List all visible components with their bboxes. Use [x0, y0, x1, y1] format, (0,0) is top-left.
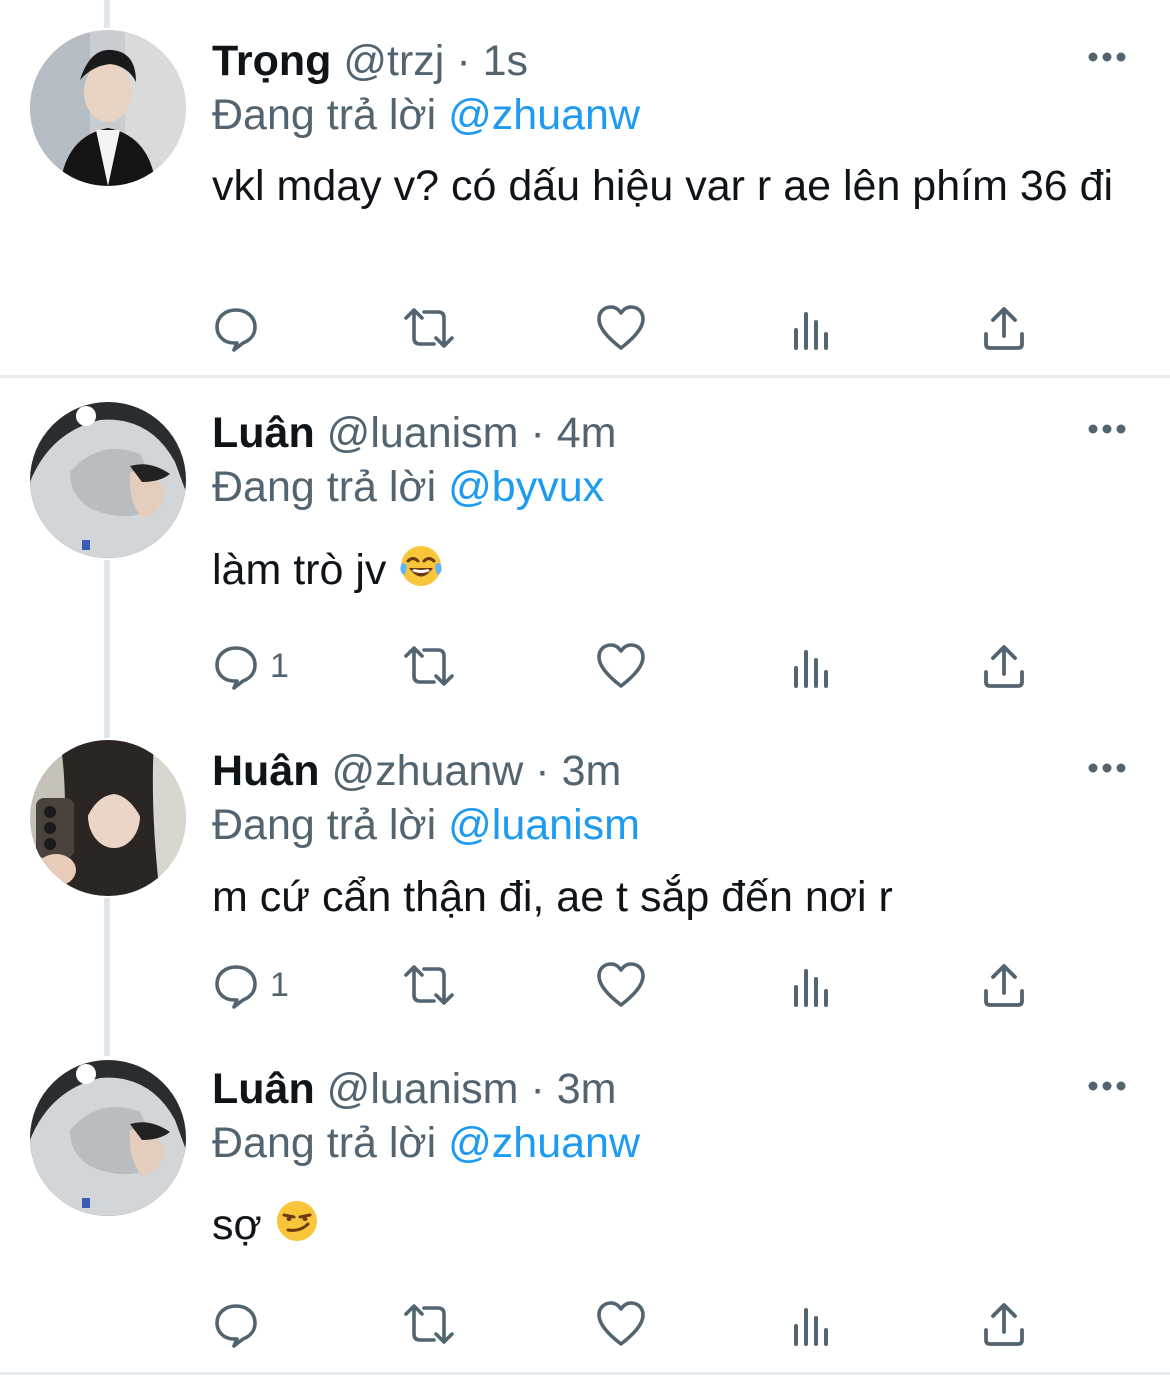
retweet-icon [404, 965, 454, 1005]
timestamp[interactable]: 3m [557, 1065, 617, 1113]
views-chart-icon [794, 1308, 828, 1346]
retweet-button[interactable] [400, 641, 458, 691]
reply-button[interactable] [212, 1299, 270, 1349]
heart-icon [597, 962, 645, 1007]
mention-link[interactable]: @zhuanw [448, 1119, 640, 1167]
mention-link[interactable]: @luanism [448, 801, 640, 849]
timestamp[interactable]: 4m [557, 409, 617, 457]
avatar[interactable] [30, 30, 186, 186]
like-button[interactable] [596, 960, 646, 1010]
views-button[interactable] [792, 641, 832, 691]
avatar[interactable] [30, 1060, 186, 1216]
share-button[interactable] [982, 303, 1026, 353]
share-icon [984, 307, 1024, 350]
separator-dot: · [530, 1065, 545, 1113]
reply-button[interactable]: 1 [212, 960, 289, 1010]
display-name[interactable]: Huân [212, 747, 320, 795]
divider [0, 1372, 1170, 1375]
tweet-header: Huân @zhuanw · 3m [212, 746, 621, 796]
reply-button[interactable] [212, 303, 270, 353]
reply-icon [215, 308, 257, 352]
reply-count: 1 [270, 646, 289, 685]
tweet-2[interactable]: Luân @luanism · 4m Đang trả lời @byvux l… [0, 378, 1170, 718]
tweet-header: Trọng @trzj · 1s [212, 36, 528, 86]
more-dots-icon[interactable] [1086, 1076, 1128, 1096]
action-bar [212, 303, 1062, 353]
user-handle[interactable]: @luanism [327, 1065, 519, 1113]
separator-dot: · [535, 747, 550, 795]
timestamp[interactable]: 3m [562, 747, 622, 795]
retweet-button[interactable] [400, 1299, 458, 1349]
tweet-4[interactable]: Luân @luanism · 3m Đang trả lời @zhuanw … [0, 1056, 1170, 1371]
avatar[interactable] [30, 740, 186, 896]
retweet-icon [404, 308, 454, 348]
action-bar: 1 [212, 960, 1062, 1010]
retweet-button[interactable] [400, 960, 458, 1010]
views-chart-icon [794, 650, 828, 688]
tweet-text-row: làm trò jv [212, 543, 1132, 602]
reply-count: 1 [270, 965, 289, 1004]
replying-to: Đang trả lời @luanism [212, 800, 640, 850]
retweet-button[interactable] [400, 303, 458, 353]
timestamp[interactable]: 1s [483, 37, 528, 85]
tweet-header: Luân @luanism · 4m [212, 408, 616, 458]
tweet-1[interactable]: Trọng @trzj · 1s Đang trả lời @zhuanw vk… [0, 0, 1170, 376]
mention-link[interactable]: @byvux [448, 463, 604, 511]
user-handle[interactable]: @luanism [327, 409, 519, 457]
user-handle[interactable]: @zhuanw [331, 747, 523, 795]
share-button[interactable] [982, 641, 1026, 691]
more-dots-icon[interactable] [1086, 758, 1128, 778]
tweet-text-row: sợ [212, 1198, 1132, 1257]
heart-icon [597, 643, 645, 688]
replying-to-label: Đang trả lời [212, 463, 437, 511]
retweet-icon [404, 1304, 454, 1344]
display-name[interactable]: Luân [212, 1065, 315, 1113]
tweet-text: m cứ cẩn thận đi, ae t sắp đến nơi r [212, 873, 893, 921]
share-button[interactable] [982, 960, 1026, 1010]
tweet-header: Luân @luanism · 3m [212, 1064, 616, 1114]
mention-link[interactable]: @zhuanw [448, 91, 640, 139]
replying-to: Đang trả lời @zhuanw [212, 1118, 640, 1168]
like-button[interactable] [596, 641, 646, 691]
face-with-tears-of-joy-icon [398, 543, 444, 602]
more-dots-icon[interactable] [1086, 47, 1128, 67]
reply-button[interactable]: 1 [212, 641, 289, 691]
separator-dot: · [530, 409, 545, 457]
heart-icon [597, 1301, 645, 1346]
views-button[interactable] [792, 960, 832, 1010]
more-dots-icon[interactable] [1086, 419, 1128, 439]
tweet-3[interactable]: Huân @zhuanw · 3m Đang trả lời @luanism … [0, 718, 1170, 1056]
action-bar [212, 1299, 1062, 1349]
reply-icon [215, 1304, 257, 1348]
tweet-text: làm trò jv [212, 546, 387, 594]
separator-dot: · [456, 37, 471, 85]
views-chart-icon [794, 312, 828, 350]
retweet-icon [404, 646, 454, 686]
tweet-text: sợ [212, 1201, 262, 1249]
share-icon [984, 1303, 1024, 1346]
avatar[interactable] [30, 402, 186, 558]
views-button[interactable] [792, 303, 832, 353]
tweet-text: vkl mday v? có dấu hiệu var r ae lên phí… [212, 162, 1114, 210]
share-icon [984, 964, 1024, 1007]
user-handle[interactable]: @trzj [343, 37, 444, 85]
display-name[interactable]: Luân [212, 409, 315, 457]
reply-icon [215, 965, 257, 1009]
action-bar: 1 [212, 641, 1062, 691]
replying-to: Đang trả lời @zhuanw [212, 90, 640, 140]
like-button[interactable] [596, 1299, 646, 1349]
replying-to-label: Đang trả lời [212, 1119, 437, 1167]
reply-icon [215, 646, 257, 690]
like-button[interactable] [596, 303, 646, 353]
heart-icon [597, 305, 645, 350]
views-button[interactable] [792, 1299, 832, 1349]
views-chart-icon [794, 969, 828, 1007]
replying-to: Đang trả lời @byvux [212, 462, 604, 512]
smirking-face-icon [274, 1198, 320, 1257]
display-name[interactable]: Trọng [212, 37, 331, 85]
share-icon [984, 645, 1024, 688]
share-button[interactable] [982, 1299, 1026, 1349]
replying-to-label: Đang trả lời [212, 91, 437, 139]
replying-to-label: Đang trả lời [212, 801, 437, 849]
